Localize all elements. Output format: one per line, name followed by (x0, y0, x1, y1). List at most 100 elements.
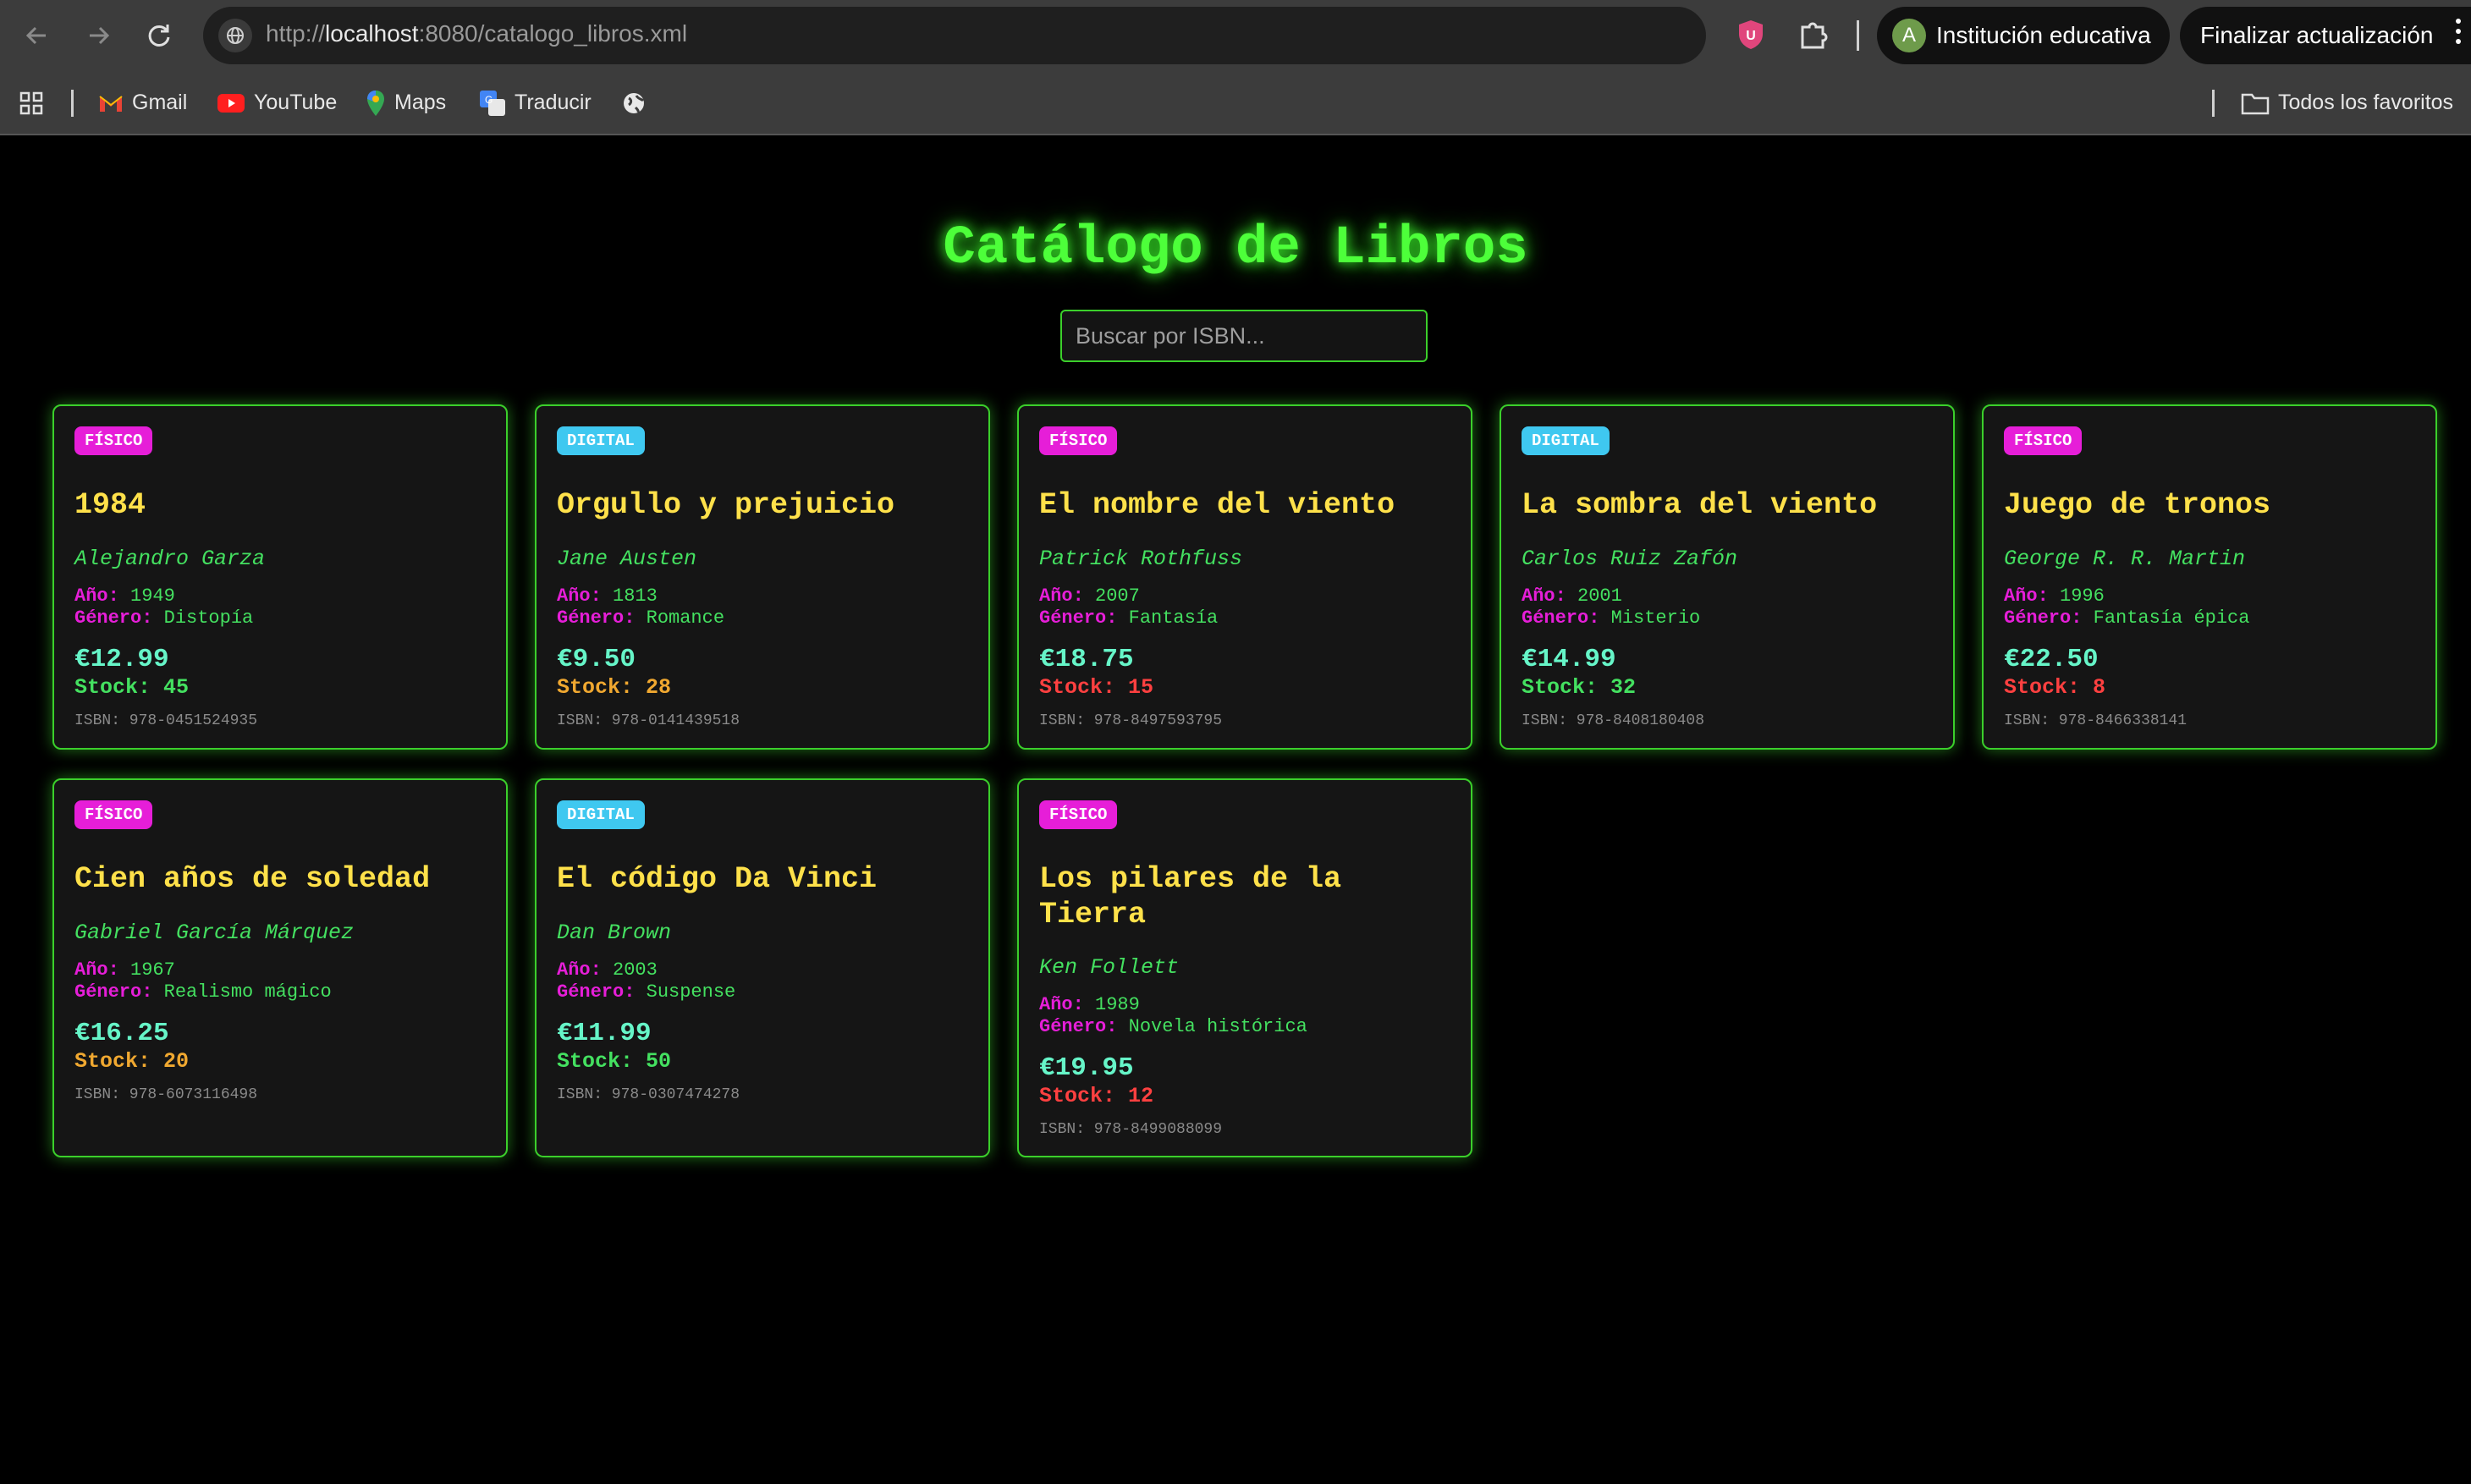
menu-kebab-icon[interactable] (2456, 19, 2463, 49)
year-value: 1989 (1095, 994, 1140, 1015)
book-stock: Stock: 32 (1522, 675, 1637, 700)
book-stock: Stock: 8 (2004, 675, 2106, 700)
book-price: €11.99 (557, 1019, 652, 1048)
year-label: Año: (74, 585, 119, 607)
year-value: 1996 (2060, 585, 2105, 607)
format-badge: DIGITAL (557, 426, 645, 455)
book-title: Juego de tronos (2004, 488, 2271, 522)
book-card[interactable]: FÍSICO Cien años de soledad Gabriel García… (52, 778, 508, 1157)
apps-grid-icon[interactable] (19, 88, 52, 117)
book-genre: Género: Fantasía épica (2004, 607, 2249, 629)
bookmark-youtube-label: YouTube (254, 91, 338, 114)
book-price: €22.50 (2004, 645, 2099, 674)
address-bar[interactable]: http://localhost:8080/catalogo_libros.xm… (203, 7, 1706, 64)
genre-value: Suspense (646, 981, 736, 1003)
format-badge: FÍSICO (2004, 426, 2083, 455)
book-year: Año: 2003 (557, 959, 658, 981)
url-text[interactable]: http://localhost:8080/catalogo_libros.xm… (266, 20, 687, 47)
browser-toolbar: http://localhost:8080/catalogo_libros.xm… (0, 0, 2471, 71)
book-stock: Stock: 28 (557, 675, 672, 700)
site-info-icon[interactable] (218, 19, 252, 52)
bookmark-youtube[interactable]: YouTube (217, 88, 337, 117)
bookmark-globe-icon[interactable] (621, 88, 655, 117)
year-value: 2003 (613, 959, 658, 981)
book-isbn: ISBN: 978-0451524935 (74, 712, 258, 729)
book-isbn: ISBN: 978-0141439518 (557, 712, 740, 729)
genre-value: Novela histórica (1128, 1016, 1307, 1037)
genre-label: Género: (1039, 1016, 1118, 1037)
genre-label: Género: (1039, 607, 1118, 629)
format-badge: FÍSICO (74, 800, 153, 829)
book-title: La sombra del viento (1522, 488, 1878, 522)
bookmarks-divider-right (2212, 90, 2215, 117)
genre-label: Género: (74, 981, 153, 1003)
bookmark-translate[interactable]: G Traducir (479, 88, 592, 117)
book-card[interactable]: FÍSICO Juego de tronos George R. R. Martin… (1982, 404, 2437, 750)
genre-value: Fantasía (1128, 607, 1219, 629)
book-title: 1984 (74, 488, 146, 522)
book-genre: Género: Realismo mágico (74, 981, 332, 1003)
book-price: €16.25 (74, 1019, 169, 1048)
bookmark-maps-label: Maps (394, 91, 447, 114)
extensions-puzzle-icon[interactable] (1796, 17, 1830, 51)
book-stock: Stock: 12 (1039, 1084, 1154, 1108)
year-label: Año: (1039, 585, 1084, 607)
isbn-search-input[interactable] (1060, 310, 1428, 362)
bookmark-maps[interactable]: Maps (366, 88, 446, 117)
book-title: El nombre del viento (1039, 488, 1395, 522)
book-card[interactable]: DIGITAL El código Da Vinci Dan Brown Año: 2… (535, 778, 990, 1157)
book-price: €14.99 (1522, 645, 1616, 674)
bookmark-all-favorites[interactable]: Todos los favoritos (2241, 88, 2453, 117)
forward-arrow-icon[interactable] (81, 19, 115, 52)
book-title: Cien años de soledad (74, 862, 431, 896)
book-card[interactable]: DIGITAL Orgullo y prejuicio Jane Austen Año… (535, 404, 990, 750)
book-year: Año: 1996 (2004, 585, 2105, 607)
reload-icon[interactable] (142, 19, 176, 52)
year-value: 2001 (1577, 585, 1622, 607)
folder-icon (2241, 94, 2270, 115)
bookmark-gmail[interactable]: Gmail (98, 88, 187, 117)
book-price: €18.75 (1039, 645, 1134, 674)
format-badge: FÍSICO (1039, 426, 1118, 455)
profile-button[interactable]: A Institución educativa (1877, 7, 2170, 64)
svg-text:G: G (485, 94, 493, 106)
genre-label: Género: (557, 607, 636, 629)
book-price: €9.50 (557, 645, 636, 674)
book-card[interactable]: FÍSICO Los pilares de la Tierra Ken Follet… (1017, 778, 1472, 1157)
year-value: 1949 (130, 585, 175, 607)
genre-label: Género: (1522, 607, 1600, 629)
format-badge: DIGITAL (1522, 426, 1610, 455)
book-genre: Género: Misterio (1522, 607, 1700, 629)
year-label: Año: (74, 959, 119, 981)
year-value: 2007 (1095, 585, 1140, 607)
bookmark-all-favorites-label: Todos los favoritos (2278, 91, 2454, 114)
book-title: El código Da Vinci (557, 862, 878, 896)
gmail-icon (99, 96, 123, 113)
finish-update-button[interactable]: Finalizar actualización (2180, 7, 2471, 64)
year-value: 1813 (613, 585, 658, 607)
genre-label: Género: (2004, 607, 2083, 629)
genre-label: Género: (557, 981, 636, 1003)
book-author: Jane Austen (557, 547, 697, 571)
book-card[interactable]: FÍSICO 1984 Alejandro Garza Año: 1949 Género… (52, 404, 508, 750)
url-scheme: http:// (266, 20, 326, 47)
format-badge: FÍSICO (1039, 800, 1118, 829)
year-value: 1967 (130, 959, 175, 981)
book-price: €12.99 (74, 645, 169, 674)
finish-update-label: Finalizar actualización (2200, 22, 2434, 48)
book-author: Ken Follett (1039, 955, 1180, 980)
book-genre: Género: Romance (557, 607, 724, 629)
ublock-shield-icon[interactable]: U (1736, 19, 1765, 51)
url-path: :8080/catalogo_libros.xml (418, 20, 688, 47)
back-arrow-icon[interactable] (20, 19, 54, 52)
book-isbn: ISBN: 978-8497593795 (1039, 712, 1223, 729)
book-year: Año: 2001 (1522, 585, 1622, 607)
book-card[interactable]: FÍSICO El nombre del viento Patrick Rothfu… (1017, 404, 1472, 750)
url-host: localhost (325, 20, 419, 47)
book-isbn: ISBN: 978-6073116498 (74, 1086, 258, 1103)
bookmarks-divider (71, 90, 74, 117)
svg-text:U: U (1746, 29, 1756, 43)
book-author: Dan Brown (557, 921, 672, 945)
book-card[interactable]: DIGITAL La sombra del viento Carlos Ruiz Z… (1500, 404, 1955, 750)
book-stock: Stock: 15 (1039, 675, 1154, 700)
